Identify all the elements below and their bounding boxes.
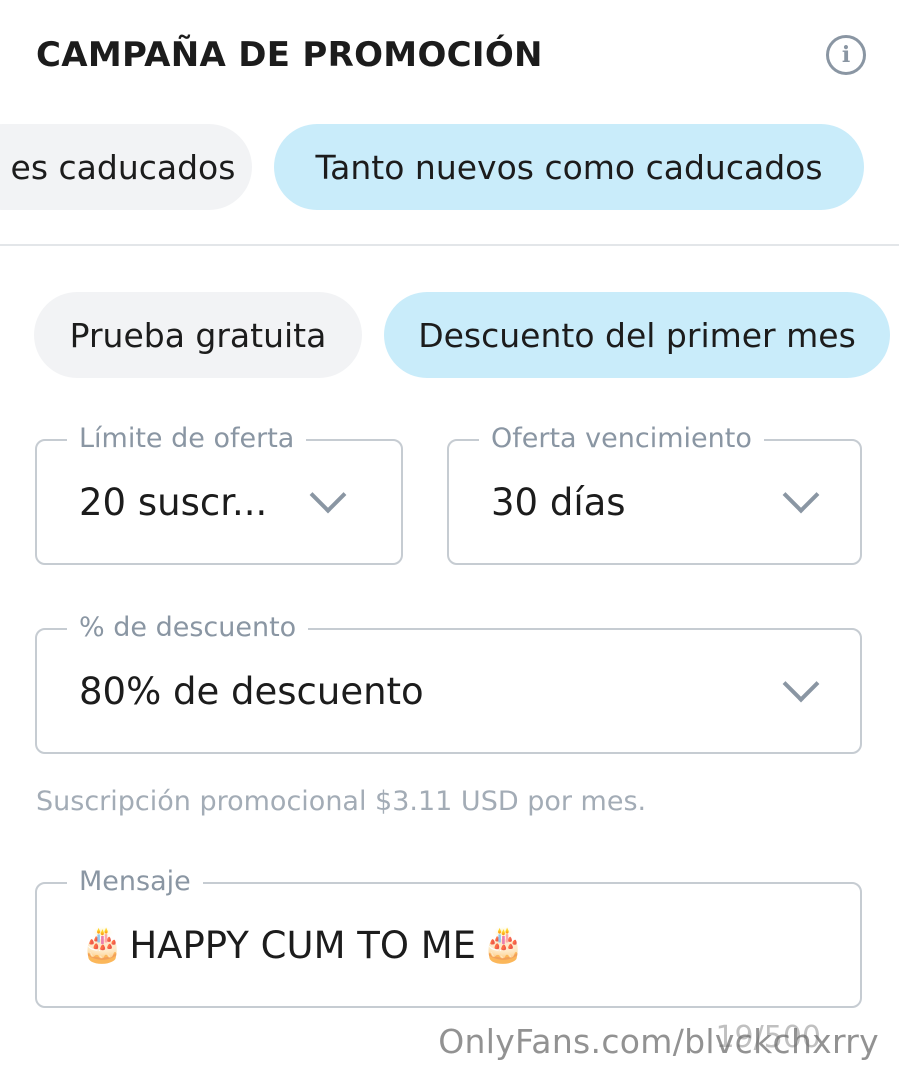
cake-icon: 🎂 — [81, 925, 124, 965]
message-value: 🎂 HAPPY CUM TO ME 🎂 — [75, 884, 530, 1006]
chevron-down-icon — [782, 476, 820, 514]
info-icon[interactable]: i — [826, 35, 866, 75]
tab-first-month-discount[interactable]: Descuento del primer mes — [384, 292, 890, 378]
offer-limit-select[interactable]: Límite de oferta 20 suscr... — [35, 421, 403, 565]
offer-expiration-value: 30 días — [491, 480, 626, 524]
promo-price-helper: Suscripción promocional $3.11 USD por me… — [36, 786, 647, 817]
tab-label: es caducados — [10, 147, 236, 187]
chevron-down-icon — [309, 476, 347, 514]
cake-icon: 🎂 — [482, 925, 525, 965]
tab-expired[interactable]: es caducados — [0, 124, 252, 210]
tab-new-and-expired[interactable]: Tanto nuevos como caducados — [274, 124, 864, 210]
tab-free-trial[interactable]: Prueba gratuita — [34, 292, 362, 378]
divider — [0, 244, 899, 246]
promo-campaign-panel: CAMPAÑA DE PROMOCIÓN i es caducados Tant… — [0, 0, 899, 1080]
message-input[interactable]: Mensaje 🎂 HAPPY CUM TO ME 🎂 — [35, 864, 862, 1008]
tab-label: Descuento del primer mes — [418, 315, 856, 355]
page-title: CAMPAÑA DE PROMOCIÓN — [36, 35, 543, 75]
watermark: OnlyFans.com/blvckchxrry — [438, 1022, 879, 1061]
tab-label: Tanto nuevos como caducados — [315, 147, 823, 187]
message-text: HAPPY CUM TO ME — [129, 923, 477, 967]
header: CAMPAÑA DE PROMOCIÓN i — [36, 30, 866, 80]
discount-select[interactable]: % de descuento 80% de descuento — [35, 610, 862, 754]
tab-label: Prueba gratuita — [69, 315, 327, 355]
offer-limit-value: 20 suscr... — [79, 480, 268, 524]
chevron-down-icon — [782, 665, 820, 703]
offer-expiration-select[interactable]: Oferta vencimiento 30 días — [447, 421, 862, 565]
discount-value: 80% de descuento — [79, 669, 424, 713]
